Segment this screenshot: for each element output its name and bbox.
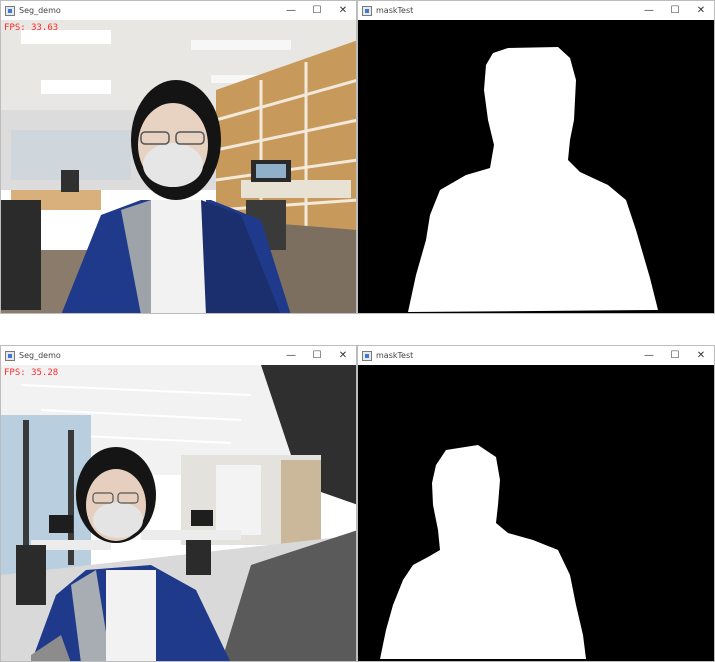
mask-frame	[358, 20, 714, 313]
video-frame: FPS: 35.28	[1, 365, 356, 661]
minimize-button[interactable]: —	[278, 1, 304, 20]
window-title: Seg_demo	[19, 6, 61, 15]
office-background-image	[1, 20, 356, 313]
app-window-icon	[5, 5, 15, 16]
title-bar[interactable]: Seg_demo — ☐ ✕	[1, 1, 356, 20]
window-title: maskTest	[376, 6, 414, 15]
maximize-button[interactable]: ☐	[304, 1, 330, 20]
mask-frame	[358, 365, 714, 661]
maximize-button[interactable]: ☐	[662, 1, 688, 20]
maximize-button[interactable]: ☐	[662, 346, 688, 365]
app-window-icon	[5, 350, 15, 361]
window-title: maskTest	[376, 351, 414, 360]
video-frame: FPS: 33.63	[1, 20, 356, 313]
app-window-icon	[362, 5, 372, 16]
segmentation-mask	[358, 365, 714, 661]
minimize-button[interactable]: —	[278, 346, 304, 365]
title-bar[interactable]: maskTest — ☐ ✕	[358, 1, 714, 20]
office-background-image	[1, 365, 356, 661]
fps-counter: FPS: 33.63	[4, 23, 59, 33]
segmentation-mask	[358, 20, 714, 313]
title-bar[interactable]: Seg_demo — ☐ ✕	[1, 346, 356, 365]
title-bar[interactable]: maskTest — ☐ ✕	[358, 346, 714, 365]
window-title: Seg_demo	[19, 351, 61, 360]
seg-demo-window-bottom: Seg_demo — ☐ ✕ FPS: 35.28	[0, 345, 357, 662]
close-button[interactable]: ✕	[330, 346, 356, 365]
seg-demo-window-top: Seg_demo — ☐ ✕ FPS: 33.63	[0, 0, 357, 314]
close-button[interactable]: ✕	[688, 1, 714, 20]
close-button[interactable]: ✕	[330, 1, 356, 20]
mask-test-window-bottom: maskTest — ☐ ✕	[357, 345, 715, 662]
close-button[interactable]: ✕	[688, 346, 714, 365]
maximize-button[interactable]: ☐	[304, 346, 330, 365]
minimize-button[interactable]: —	[636, 346, 662, 365]
mask-test-window-top: maskTest — ☐ ✕	[357, 0, 715, 314]
app-window-icon	[362, 350, 372, 361]
minimize-button[interactable]: —	[636, 1, 662, 20]
fps-counter: FPS: 35.28	[4, 368, 59, 378]
